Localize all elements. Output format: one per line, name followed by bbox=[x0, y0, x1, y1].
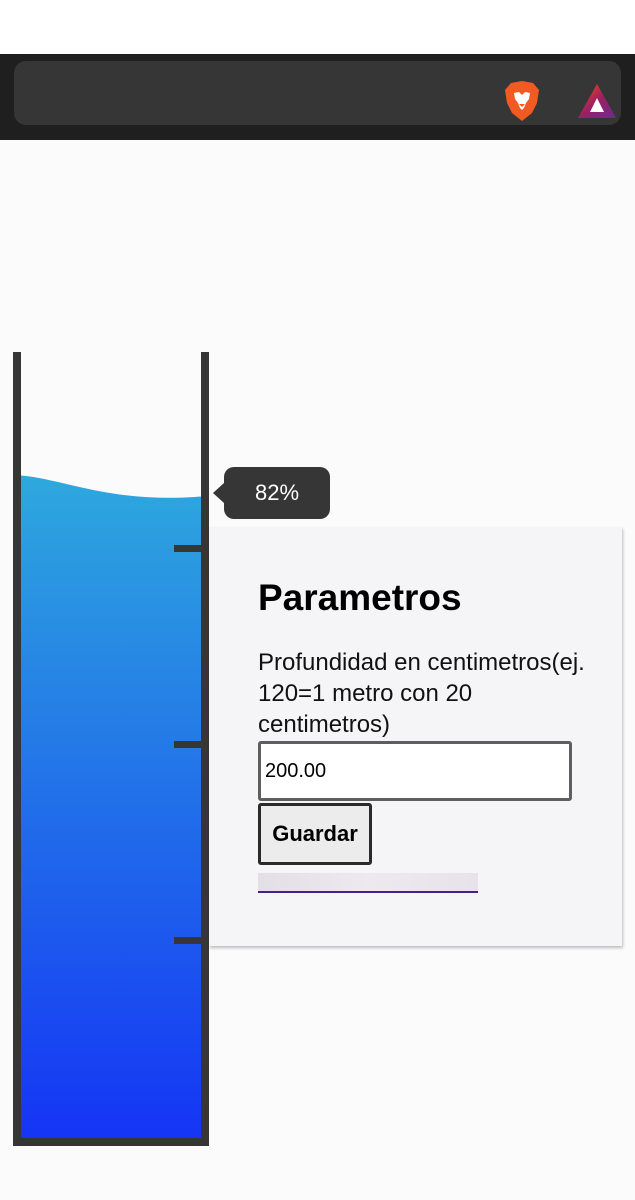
address-bar[interactable] bbox=[14, 61, 621, 125]
bat-rewards-icon[interactable] bbox=[576, 81, 618, 121]
save-button[interactable]: Guardar bbox=[258, 803, 372, 865]
loading-bar bbox=[258, 873, 478, 893]
tank-floor bbox=[13, 1138, 209, 1146]
tank-wall-right bbox=[201, 352, 209, 1146]
tick-mark bbox=[174, 741, 204, 748]
tick-mark bbox=[174, 937, 204, 944]
depth-label: Profundidad en centimetros(ej. 120=1 met… bbox=[258, 649, 585, 738]
depth-input[interactable] bbox=[258, 741, 572, 801]
level-tooltip: 82% bbox=[213, 467, 330, 519]
card-title: Parametros bbox=[258, 577, 462, 618]
water-fill bbox=[21, 475, 201, 1139]
level-percentage: 82% bbox=[254, 480, 300, 505]
water-tank-gauge bbox=[13, 352, 209, 1146]
status-area bbox=[0, 0, 635, 54]
tank-wall-left bbox=[13, 352, 21, 1146]
parameters-card: Parametros Profundidad en centimetros(ej… bbox=[209, 527, 622, 946]
loading-bar-fill bbox=[258, 873, 478, 891]
brave-lion-icon[interactable] bbox=[502, 79, 542, 123]
tick-mark bbox=[174, 545, 204, 552]
browser-toolbar bbox=[0, 54, 635, 140]
